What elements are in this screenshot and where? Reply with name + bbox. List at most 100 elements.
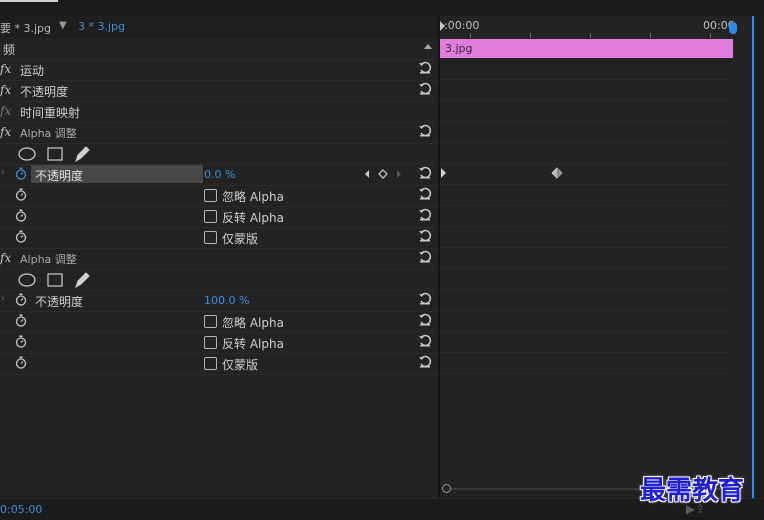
- timeline-row: [440, 205, 733, 227]
- reset-icon[interactable]: [418, 292, 432, 306]
- ignore-alpha-checkbox[interactable]: [204, 315, 217, 328]
- ellipse-mask-icon[interactable]: [18, 147, 36, 161]
- section-header-row[interactable]: 频: [0, 38, 438, 60]
- reset-icon[interactable]: [418, 82, 432, 96]
- timeline-row: [440, 226, 733, 248]
- effect-controls-panel: 频 fx 运动 fx 不透明度 fx 时间重映射 fx Alpha 调整 › 不…: [0, 38, 438, 498]
- opacity-value[interactable]: 100.0 %: [204, 294, 249, 307]
- stopwatch-icon[interactable]: [15, 230, 27, 243]
- stopwatch-icon[interactable]: [15, 356, 27, 369]
- fx-icon[interactable]: fx: [0, 83, 11, 97]
- reset-icon[interactable]: [418, 187, 432, 201]
- timeline-panel: :00:00 00:00 3.jpg: [440, 16, 735, 498]
- chevron-right-icon[interactable]: ›: [1, 168, 5, 178]
- param-row-mask-only-2[interactable]: 仅蒙版: [0, 353, 438, 375]
- effect-label: 时间重映射: [20, 106, 81, 120]
- effect-label: 不透明度: [20, 85, 69, 99]
- param-row-invert-alpha-2[interactable]: 反转 Alpha: [0, 332, 438, 354]
- param-row-opacity-2[interactable]: › 不透明度 100.0 %: [0, 290, 438, 312]
- timeline-row: [440, 310, 733, 332]
- effect-row-alpha-adjust-2[interactable]: fx Alpha 调整: [0, 248, 438, 270]
- param-name-field[interactable]: 不透明度: [31, 165, 203, 183]
- rectangle-mask-icon[interactable]: [47, 147, 63, 161]
- timeline-row: [440, 268, 733, 290]
- keyframe-start-icon[interactable]: [440, 167, 448, 179]
- param-row-ignore-alpha-2[interactable]: 忽略 Alpha: [0, 311, 438, 333]
- effect-label: 运动: [20, 64, 45, 78]
- mask-only-checkbox[interactable]: [204, 357, 217, 370]
- stopwatch-icon[interactable]: [15, 335, 27, 348]
- checkbox-label: 仅蒙版: [222, 358, 259, 372]
- ruler-tick: [470, 33, 471, 38]
- stopwatch-icon[interactable]: [15, 209, 27, 222]
- chevron-down-icon[interactable]: ▼: [59, 20, 67, 31]
- timeline-row: [440, 100, 733, 122]
- timeline-row: [440, 289, 733, 311]
- param-row-invert-alpha[interactable]: 反转 Alpha: [0, 206, 438, 228]
- fx-icon[interactable]: fx: [0, 251, 11, 265]
- timeline-row: [440, 352, 733, 374]
- checkbox-label: 忽略 Alpha: [222, 190, 284, 204]
- param-name: 不透明度: [35, 295, 84, 309]
- stopwatch-icon[interactable]: [15, 188, 27, 201]
- ruler-tick: [530, 33, 531, 38]
- stopwatch-icon[interactable]: [15, 314, 27, 327]
- fx-icon[interactable]: fx: [0, 62, 11, 76]
- keyframe-nav-icon[interactable]: [364, 168, 406, 180]
- effect-label: Alpha 调整: [20, 253, 77, 266]
- effect-row-alpha-adjust[interactable]: fx Alpha 调整: [0, 122, 438, 144]
- timeline-row: [440, 331, 733, 353]
- reset-icon[interactable]: [418, 355, 432, 369]
- stopwatch-icon[interactable]: [15, 293, 27, 306]
- reset-icon[interactable]: [418, 124, 432, 138]
- pen-mask-icon[interactable]: [75, 146, 90, 163]
- param-row-ignore-alpha[interactable]: 忽略 Alpha: [0, 185, 438, 207]
- ellipse-mask-icon[interactable]: [18, 273, 36, 287]
- mask-only-checkbox[interactable]: [204, 231, 217, 244]
- opacity-value[interactable]: 0.0 %: [204, 168, 235, 181]
- effect-row-opacity[interactable]: fx 不透明度: [0, 80, 438, 102]
- reset-icon[interactable]: [418, 61, 432, 75]
- invert-alpha-checkbox[interactable]: [204, 336, 217, 349]
- checkbox-label: 反转 Alpha: [222, 211, 284, 225]
- timeline-row: [440, 247, 733, 269]
- effect-row-time-remap[interactable]: fx 时间重映射: [0, 101, 438, 123]
- tab-source-clip[interactable]: 要 * 3.jpg: [0, 20, 51, 36]
- reset-icon[interactable]: [418, 313, 432, 327]
- reset-icon[interactable]: [418, 334, 432, 348]
- current-timecode[interactable]: 0:05:00: [0, 503, 42, 516]
- reset-icon[interactable]: [418, 208, 432, 222]
- panel-edge: [754, 16, 764, 498]
- invert-alpha-checkbox[interactable]: [204, 210, 217, 223]
- collapse-icon[interactable]: [424, 44, 432, 49]
- stopwatch-icon[interactable]: [15, 167, 27, 180]
- param-row-opacity[interactable]: › 不透明度 0.0 %: [0, 164, 438, 186]
- mask-tools: [18, 272, 90, 289]
- checkbox-label: 仅蒙版: [222, 232, 259, 246]
- effect-controls-tabbar: 要 * 3.jpg ▼ 3 * 3.jpg: [0, 16, 438, 39]
- effect-label: Alpha 调整: [20, 127, 77, 140]
- ignore-alpha-checkbox[interactable]: [204, 189, 217, 202]
- reset-icon[interactable]: [418, 166, 432, 180]
- scroll-handle[interactable]: [442, 484, 451, 493]
- timeline-row-keyframes: [440, 163, 733, 185]
- rectangle-mask-icon[interactable]: [47, 273, 63, 287]
- timeline-row: [440, 142, 733, 164]
- ruler-tick: [590, 33, 591, 38]
- checkbox-label: 反转 Alpha: [222, 337, 284, 351]
- reset-icon[interactable]: [418, 250, 432, 264]
- fx-icon: fx: [0, 104, 12, 118]
- effect-row-motion[interactable]: fx 运动: [0, 59, 438, 81]
- tab-sequence-clip[interactable]: 3 * 3.jpg: [78, 20, 125, 33]
- keyframe-diamond-icon[interactable]: [551, 167, 563, 179]
- timeline-row: [440, 79, 733, 101]
- reset-icon[interactable]: [418, 229, 432, 243]
- chevron-right-icon[interactable]: ›: [1, 294, 5, 304]
- param-row-mask-only[interactable]: 仅蒙版: [0, 227, 438, 249]
- playhead-handle[interactable]: [729, 22, 737, 34]
- pen-mask-icon[interactable]: [75, 272, 90, 289]
- timeline-clip[interactable]: 3.jpg: [440, 39, 733, 58]
- checkbox-label: 忽略 Alpha: [222, 316, 284, 330]
- fx-icon[interactable]: fx: [0, 125, 11, 139]
- time-ruler[interactable]: :00:00 00:00: [440, 16, 735, 38]
